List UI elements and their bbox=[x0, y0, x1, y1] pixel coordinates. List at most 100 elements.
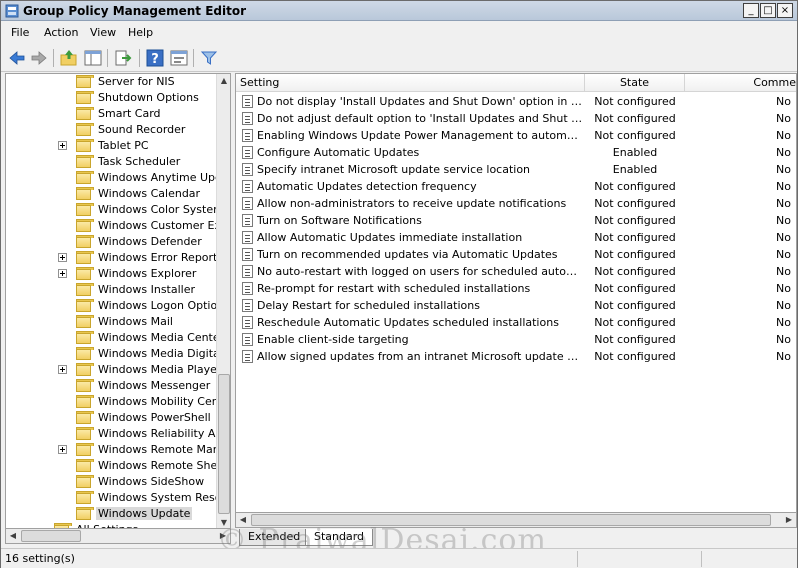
expand-plus-icon[interactable] bbox=[58, 445, 67, 454]
setting-row[interactable]: Specify intranet Microsoft update servic… bbox=[236, 161, 796, 178]
tree-item[interactable]: Windows Customer Experience bbox=[6, 218, 218, 234]
tree-item[interactable]: Windows Update bbox=[6, 506, 218, 522]
column-header-comment[interactable]: Comme bbox=[685, 74, 796, 92]
scroll-up-arrow-icon[interactable]: ▲ bbox=[217, 74, 230, 88]
tree-vertical-scrollbar[interactable]: ▲ ▼ bbox=[216, 74, 230, 530]
tree-item-label: Windows Defender bbox=[98, 235, 202, 248]
tree-item[interactable]: Smart Card bbox=[6, 106, 218, 122]
forward-icon[interactable] bbox=[29, 48, 49, 68]
close-button[interactable]: × bbox=[777, 3, 793, 18]
tree-item[interactable]: Windows Media Digital Rights bbox=[6, 346, 218, 362]
minimize-button[interactable]: _ bbox=[743, 3, 759, 18]
scroll-left-arrow-icon[interactable]: ◀ bbox=[236, 513, 250, 527]
expand-plus-icon[interactable] bbox=[58, 365, 67, 374]
tab-standard[interactable]: Standard bbox=[305, 529, 374, 546]
tree-item[interactable]: Task Scheduler bbox=[6, 154, 218, 170]
tree-item[interactable]: Windows Defender bbox=[6, 234, 218, 250]
setting-name: Allow signed updates from an intranet Mi… bbox=[257, 350, 583, 363]
tree-item[interactable]: Server for NIS bbox=[6, 74, 218, 90]
tree-item[interactable]: Windows SideShow bbox=[6, 474, 218, 490]
setting-row[interactable]: Automatic Updates detection frequency Not… bbox=[236, 178, 796, 195]
setting-row[interactable]: Turn on recommended updates via Automati… bbox=[236, 246, 796, 263]
setting-row[interactable]: Re-prompt for restart with scheduled ins… bbox=[236, 280, 796, 297]
up-folder-icon[interactable] bbox=[59, 48, 79, 68]
scroll-thumb[interactable] bbox=[218, 374, 230, 514]
setting-row[interactable]: Reschedule Automatic Updates scheduled i… bbox=[236, 314, 796, 331]
setting-row[interactable]: Do not adjust default option to 'Install… bbox=[236, 110, 796, 127]
show-hide-tree-icon[interactable] bbox=[83, 48, 103, 68]
settings-list[interactable]: Setting State Comme Do not display 'Inst… bbox=[235, 73, 797, 513]
list-horizontal-scrollbar[interactable]: ◀ ▶ bbox=[235, 512, 797, 528]
toolbar: ? bbox=[1, 45, 797, 72]
column-header-state[interactable]: State bbox=[585, 74, 685, 92]
tree-item[interactable]: Windows PowerShell bbox=[6, 410, 218, 426]
setting-row[interactable]: Allow signed updates from an intranet Mi… bbox=[236, 348, 796, 365]
scroll-thumb[interactable] bbox=[21, 530, 81, 542]
tree-item[interactable]: Windows Logon Options bbox=[6, 298, 218, 314]
tree-item[interactable]: Windows Calendar bbox=[6, 186, 218, 202]
column-header-setting[interactable]: Setting bbox=[236, 74, 585, 92]
menu-file[interactable]: File bbox=[11, 26, 29, 39]
tree-item-label: Windows Calendar bbox=[98, 187, 201, 200]
setting-row[interactable]: Allow non-administrators to receive upda… bbox=[236, 195, 796, 212]
menu-action[interactable]: Action bbox=[44, 26, 78, 39]
folder-icon bbox=[76, 363, 94, 376]
expand-plus-icon[interactable] bbox=[58, 141, 67, 150]
menu-help[interactable]: Help bbox=[128, 26, 153, 39]
tree-item[interactable]: Tablet PC bbox=[6, 138, 218, 154]
tree-item[interactable]: Shutdown Options bbox=[6, 90, 218, 106]
tree-item-label: Shutdown Options bbox=[98, 91, 199, 104]
scroll-left-arrow-icon[interactable]: ◀ bbox=[6, 529, 20, 543]
tree-item[interactable]: Windows Anytime Upgrade bbox=[6, 170, 218, 186]
status-divider bbox=[577, 551, 578, 567]
policy-setting-icon bbox=[242, 112, 253, 125]
setting-row[interactable]: Turn on Software Notifications Not config… bbox=[236, 212, 796, 229]
help-icon[interactable]: ? bbox=[145, 48, 165, 68]
properties-icon[interactable] bbox=[169, 48, 189, 68]
setting-state: Not configured bbox=[594, 129, 676, 142]
setting-comment: No bbox=[776, 197, 791, 210]
tree-item[interactable]: Windows Mobility Center bbox=[6, 394, 218, 410]
scroll-right-arrow-icon[interactable]: ▶ bbox=[216, 529, 230, 543]
tree-item[interactable]: Windows System Resource bbox=[6, 490, 218, 506]
tree-item[interactable]: Windows Remote Management bbox=[6, 442, 218, 458]
tree-item[interactable]: Windows Media Center bbox=[6, 330, 218, 346]
setting-row[interactable]: No auto-restart with logged on users for… bbox=[236, 263, 796, 280]
menu-view[interactable]: View bbox=[90, 26, 116, 39]
tree-horizontal-scrollbar[interactable]: ◀ ▶ bbox=[5, 528, 231, 544]
tree-item[interactable]: Windows Explorer bbox=[6, 266, 218, 282]
folder-icon bbox=[76, 491, 94, 504]
setting-state: Not configured bbox=[594, 231, 676, 244]
tab-extended[interactable]: Extended bbox=[239, 529, 310, 546]
expand-plus-icon[interactable] bbox=[58, 253, 67, 262]
setting-row[interactable]: Configure Automatic Updates Enabled No bbox=[236, 144, 796, 161]
scroll-right-arrow-icon[interactable]: ▶ bbox=[782, 513, 796, 527]
tree-item[interactable]: Windows Error Reporting bbox=[6, 250, 218, 266]
title-bar[interactable]: Group Policy Management Editor _ □ × bbox=[1, 1, 797, 21]
tree-item[interactable]: Windows Remote Shell bbox=[6, 458, 218, 474]
setting-row[interactable]: Enabling Windows Update Power Management… bbox=[236, 127, 796, 144]
console-tree[interactable]: Server for NIS Shutdown Options Smart Card… bbox=[5, 73, 231, 531]
tree-item[interactable]: Windows Media Player bbox=[6, 362, 218, 378]
tree-item[interactable]: Windows Messenger bbox=[6, 378, 218, 394]
setting-row[interactable]: Enable client-side targeting Not configur… bbox=[236, 331, 796, 348]
maximize-button[interactable]: □ bbox=[760, 3, 776, 18]
export-list-icon[interactable] bbox=[113, 48, 133, 68]
setting-comment: No bbox=[776, 214, 791, 227]
setting-row[interactable]: Allow Automatic Updates immediate instal… bbox=[236, 229, 796, 246]
tree-item-label: Windows Installer bbox=[98, 283, 196, 296]
tree-item[interactable]: Windows Reliability Analysis bbox=[6, 426, 218, 442]
tree-item[interactable]: Windows Installer bbox=[6, 282, 218, 298]
setting-row[interactable]: Delay Restart for scheduled installation… bbox=[236, 297, 796, 314]
back-icon[interactable] bbox=[7, 48, 27, 68]
setting-name: Allow Automatic Updates immediate instal… bbox=[257, 231, 523, 244]
main-window: Group Policy Management Editor _ □ × Fil… bbox=[0, 0, 798, 568]
setting-row[interactable]: Do not display 'Install Updates and Shut… bbox=[236, 93, 796, 110]
filter-icon[interactable] bbox=[199, 48, 219, 68]
tree-item[interactable]: Windows Color System bbox=[6, 202, 218, 218]
expand-plus-icon[interactable] bbox=[58, 269, 67, 278]
tree-item[interactable]: Windows Mail bbox=[6, 314, 218, 330]
tree-item[interactable]: Sound Recorder bbox=[6, 122, 218, 138]
scroll-thumb[interactable] bbox=[251, 514, 771, 526]
policy-setting-icon bbox=[242, 265, 253, 278]
